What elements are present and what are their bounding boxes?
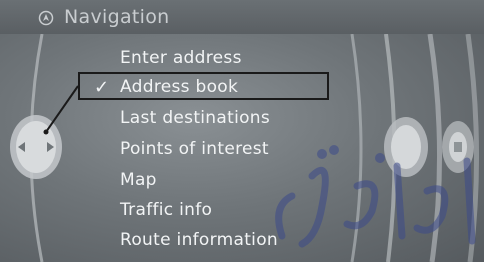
menu-item-route-information[interactable]: Route information — [120, 230, 278, 250]
menu-item-enter-address[interactable]: Enter address — [120, 48, 242, 68]
menu-item-map[interactable]: Map — [120, 170, 157, 190]
menu-item-points-of-interest[interactable]: Points of interest — [120, 139, 269, 159]
navigation-screen: Navigation ✓ Enter address Address book … — [0, 0, 484, 262]
menu-item-address-book[interactable]: Address book — [120, 77, 238, 97]
check-icon: ✓ — [94, 77, 110, 98]
watermark-logo — [275, 145, 476, 248]
menu-item-traffic-info[interactable]: Traffic info — [120, 200, 212, 220]
menu-item-last-destinations[interactable]: Last destinations — [120, 108, 270, 128]
